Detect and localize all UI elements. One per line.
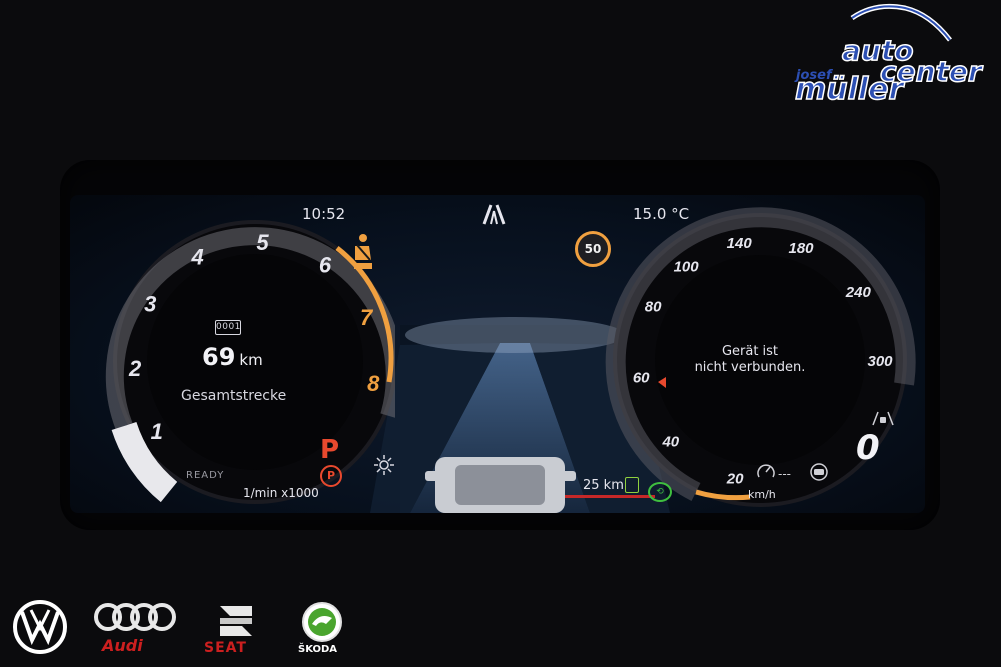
parking-brake-icon: P: [320, 465, 342, 487]
tach-tick-label: 7: [360, 305, 374, 330]
rpm-unit: 1/min x1000: [243, 486, 319, 500]
tach-tick-label: 5: [256, 230, 269, 255]
tach-tick-label: 8: [367, 371, 380, 396]
seatbelt-warning-icon: [354, 234, 372, 269]
cruise-control-icon: [757, 464, 775, 478]
traffic-jam-assist-icon: [810, 463, 828, 481]
lane-distance-icon: [872, 411, 894, 426]
audi-label: Audi: [102, 636, 143, 655]
ready-indicator: READY: [186, 470, 225, 481]
connection-message-line2: nicht verbunden.: [694, 360, 806, 375]
speed-tick-label: 20: [726, 470, 744, 487]
speed-tick-label: 300: [867, 353, 893, 370]
traffic-sign-icon: 50: [575, 231, 611, 267]
dealer-logo: auto center josef müller: [780, 0, 1001, 110]
dealer-last-name: müller: [794, 71, 904, 108]
drive-mode-indicator: 0: [856, 428, 880, 468]
odometer-unit: km: [239, 351, 263, 369]
skoda-label: ŠKODA: [298, 644, 338, 655]
own-car-icon: [425, 457, 576, 513]
lane-assist-icon: [482, 204, 506, 225]
speed-tick-label: 60: [633, 370, 650, 387]
tach-tick-label: 6: [319, 253, 332, 278]
tach-tick-label: 2: [128, 356, 142, 381]
tach-tick-label: 4: [190, 245, 203, 270]
vw-logo-icon: [13, 600, 67, 654]
outside-temperature: 15.0 °C: [633, 205, 690, 223]
speed-tick-label: 40: [661, 433, 679, 450]
speed-tick-label: 180: [788, 240, 814, 257]
range-value: 25 km: [583, 478, 624, 493]
fuel-pump-icon: [625, 477, 639, 493]
odometer-number: 69: [202, 343, 236, 371]
green-mode-icon: ⟲: [648, 482, 672, 502]
speed-tick-label: 80: [645, 299, 662, 316]
odometer-label: Gesamtstrecke: [181, 388, 287, 404]
odometer-icon: 0001: [215, 320, 241, 335]
clock: 10:52: [302, 205, 346, 223]
connection-message: Gerät ist nicht verbunden.: [690, 344, 810, 376]
tach-tick-label: 3: [144, 291, 156, 316]
speed-tick-label: 100: [674, 258, 700, 275]
audi-rings-icon: [94, 603, 176, 631]
seat-label: SEAT: [204, 640, 247, 656]
seat-logo-icon: [220, 606, 252, 636]
gear-indicator: P: [320, 435, 340, 465]
range-bar: [565, 495, 655, 498]
acc-speed: ---: [778, 467, 791, 481]
speed-tick-label: 140: [727, 235, 753, 252]
speed-tick-label: 240: [845, 284, 872, 301]
tach-tick-label: 1: [151, 419, 163, 444]
connection-message-line1: Gerät ist: [721, 344, 779, 359]
skoda-logo-icon: [302, 602, 342, 642]
speed-unit: km/h: [748, 488, 776, 501]
odometer-value: 69 km: [202, 343, 263, 371]
light-sensor-icon: [374, 455, 394, 475]
